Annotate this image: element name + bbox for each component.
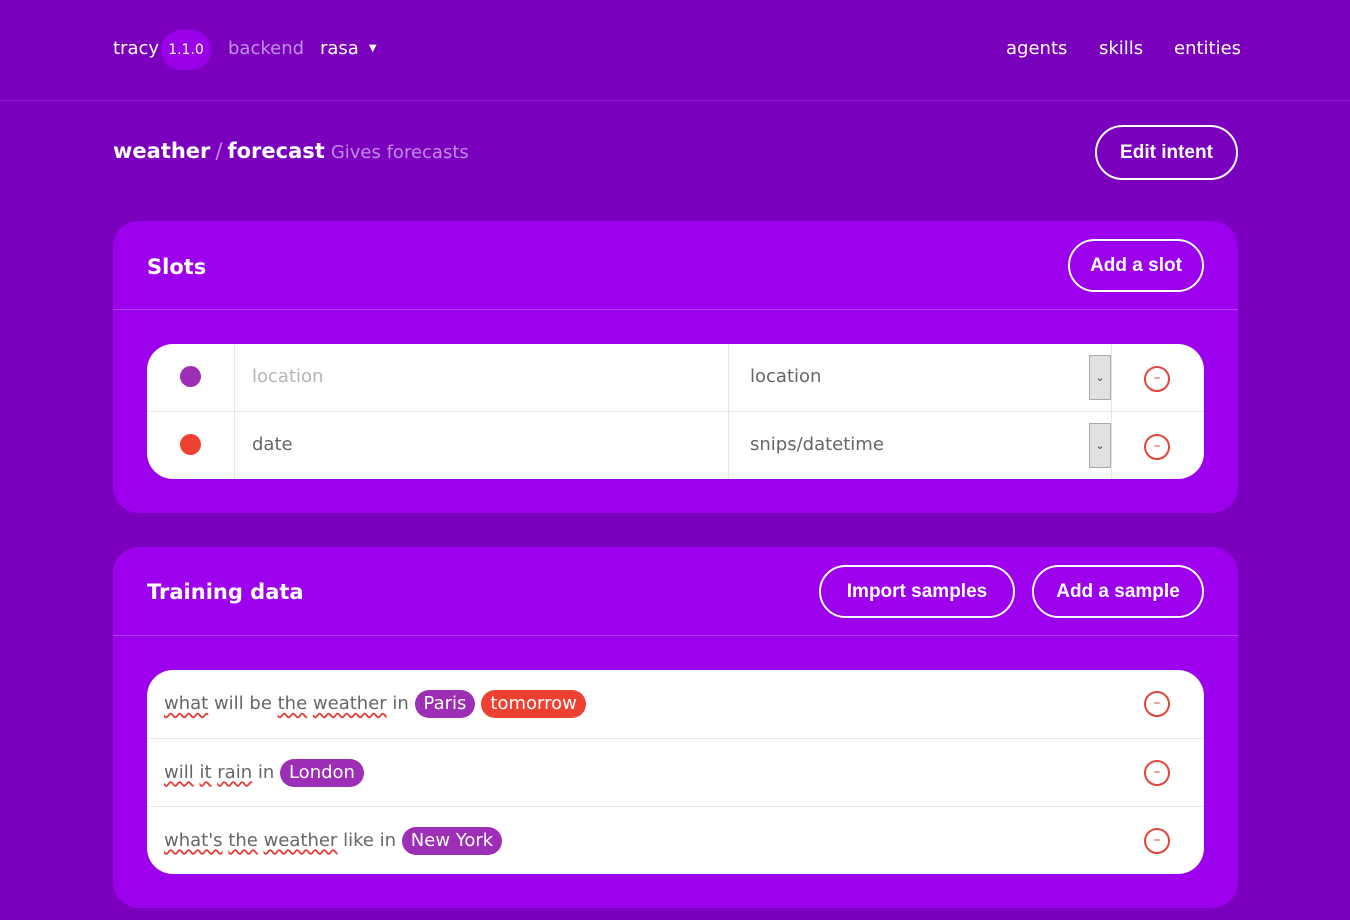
- breadcrumb: weather / forecast Gives forecasts: [113, 139, 469, 163]
- training-data-panel: Training data Import samples Add a sampl…: [113, 547, 1238, 908]
- sample-word: it: [199, 761, 212, 783]
- sample-word: will: [208, 693, 250, 714]
- sample-word: be: [249, 693, 278, 714]
- sample-word: the: [228, 829, 258, 851]
- backend-label: backend: [228, 38, 305, 59]
- remove-sample-button[interactable]: –: [1144, 828, 1170, 854]
- sample-text[interactable]: what's the weather like in New York: [164, 826, 508, 855]
- sample-word: like in: [337, 829, 402, 851]
- sample-word: weather: [263, 829, 338, 851]
- training-data-title: Training data: [147, 580, 304, 604]
- import-samples-button[interactable]: Import samples: [819, 565, 1015, 618]
- slot-row: date snips/datetime ⌄ –: [147, 411, 1204, 479]
- sample-word: in: [252, 761, 280, 783]
- sample-row: will it rain in London –: [147, 738, 1204, 806]
- breadcrumb-separator: /: [215, 139, 223, 163]
- sample-row: what will be the weather in Paris tomorro…: [147, 670, 1204, 738]
- slot-name-input[interactable]: location: [252, 366, 323, 387]
- slot-color-dot[interactable]: [180, 366, 201, 387]
- sample-word: what: [164, 693, 209, 714]
- samples-list: what will be the weather in Paris tomorro…: [147, 670, 1204, 874]
- divider: [113, 309, 1238, 310]
- slot-type-select[interactable]: location: [750, 366, 821, 387]
- slot-color-dot[interactable]: [180, 434, 201, 455]
- nav-entities[interactable]: entities: [1174, 38, 1241, 59]
- remove-slot-button[interactable]: –: [1144, 434, 1170, 460]
- divider: [234, 344, 235, 411]
- slot-type-select[interactable]: snips/datetime: [750, 434, 884, 455]
- backend-select-value: rasa: [320, 38, 359, 59]
- sample-word: what's: [164, 829, 223, 851]
- sample-word: will: [164, 761, 194, 783]
- slot-chip-location[interactable]: London: [279, 758, 364, 787]
- slot-chip-date[interactable]: tomorrow: [481, 690, 586, 718]
- sample-text[interactable]: will it rain in London: [164, 758, 370, 787]
- divider: [113, 635, 1238, 636]
- caret-down-icon: ▼: [368, 43, 377, 54]
- remove-sample-button[interactable]: –: [1144, 691, 1170, 717]
- divider: [234, 412, 235, 479]
- slots-list: location location ⌄ – date snips/datetim…: [147, 344, 1204, 479]
- sample-row: what's the weather like in New York –: [147, 806, 1204, 874]
- breadcrumb-skill[interactable]: weather: [113, 139, 210, 163]
- slots-panel: Slots Add a slot location location ⌄ – d…: [113, 221, 1238, 513]
- remove-sample-button[interactable]: –: [1144, 760, 1170, 786]
- slot-name-input[interactable]: date: [252, 434, 293, 455]
- sample-text[interactable]: what will be the weather in Paris tomorro…: [164, 690, 592, 718]
- brand-name[interactable]: tracy: [113, 38, 159, 59]
- remove-slot-button[interactable]: –: [1144, 366, 1170, 392]
- divider: [1111, 412, 1112, 479]
- sample-word: in: [386, 693, 415, 714]
- divider: [728, 344, 729, 411]
- intent-description: Gives forecasts: [330, 142, 469, 163]
- sample-word: weather: [312, 693, 387, 714]
- slot-row: location location ⌄ –: [147, 344, 1204, 411]
- divider: [728, 412, 729, 479]
- nav-skills[interactable]: skills: [1099, 38, 1143, 59]
- add-slot-button[interactable]: Add a slot: [1068, 239, 1204, 292]
- divider: [1111, 344, 1112, 411]
- slot-chip-location[interactable]: Paris: [414, 690, 476, 718]
- version-badge: 1.1.0: [161, 30, 211, 70]
- top-bar: tracy 1.1.0 backend rasa ▼ agents skills…: [0, 0, 1350, 101]
- add-sample-button[interactable]: Add a sample: [1032, 565, 1204, 618]
- nav-agents[interactable]: agents: [1006, 38, 1067, 59]
- slot-chip-location[interactable]: New York: [401, 826, 503, 855]
- chevron-down-icon[interactable]: ⌄: [1089, 423, 1111, 468]
- breadcrumb-intent: forecast: [227, 139, 325, 163]
- sample-word: the: [277, 693, 308, 714]
- chevron-down-icon[interactable]: ⌄: [1089, 355, 1111, 400]
- edit-intent-button[interactable]: Edit intent: [1095, 125, 1238, 180]
- backend-select[interactable]: rasa ▼: [320, 38, 377, 59]
- sample-word: rain: [217, 761, 253, 783]
- slots-title: Slots: [147, 255, 207, 279]
